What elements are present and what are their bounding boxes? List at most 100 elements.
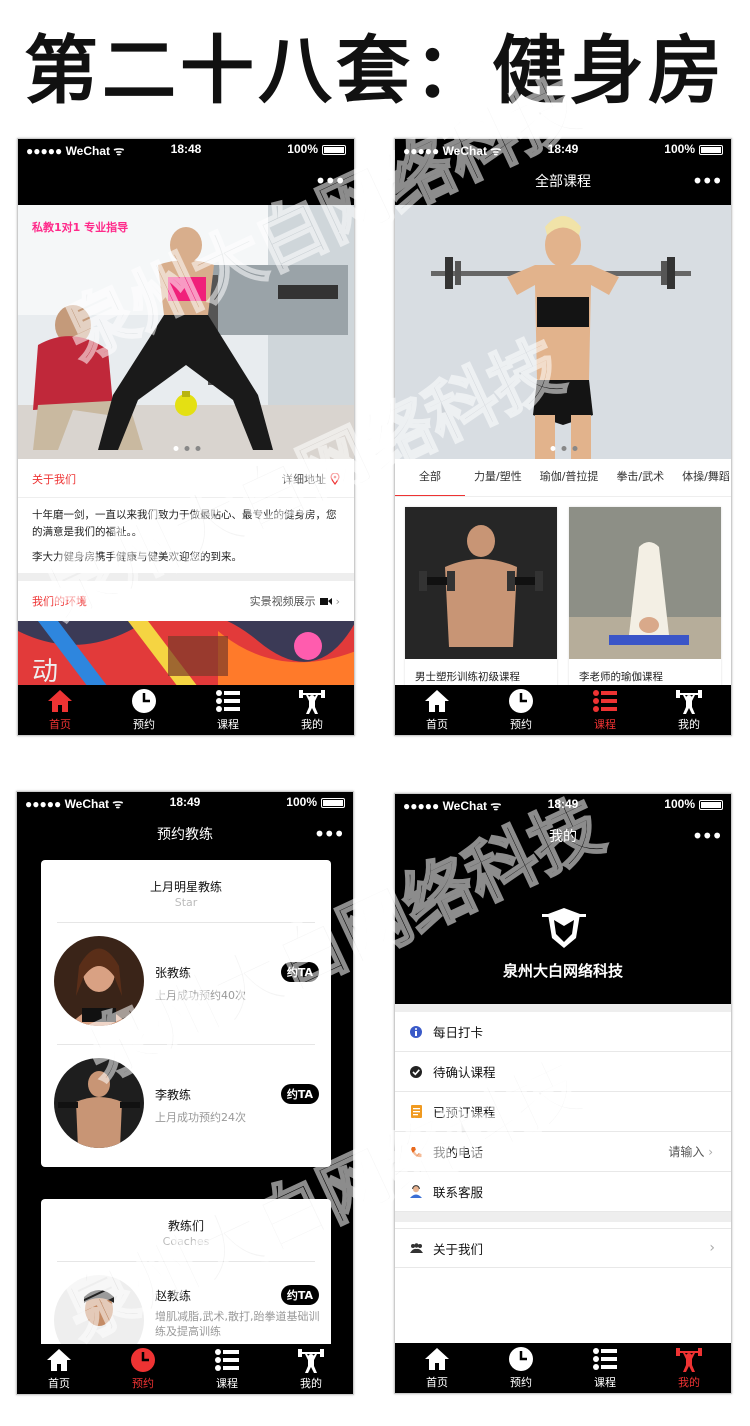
tab-label: 课程 (216, 1377, 238, 1390)
tab-label: 预约 (510, 1376, 532, 1389)
group-icon (409, 1241, 423, 1255)
course-card[interactable]: 李老师的瑜伽课程 (569, 507, 721, 687)
tab-mine[interactable]: 我的 (647, 685, 731, 735)
tab-mine[interactable]: 我的 (647, 1343, 731, 1393)
profile-header: 我的 ••• 泉州大白网络科技 (395, 816, 731, 1004)
home-icon (423, 687, 451, 715)
nav-bar: ••• (18, 161, 354, 205)
tab-booking[interactable]: 预约 (102, 685, 186, 735)
battery-percent: 100% (287, 142, 318, 156)
brand-name: 泉州大白网络科技 (502, 962, 623, 980)
about-text-1: 十年磨一剑，一直以来我们致力于做最贴心、最专业的健身房，您的满意是我们的福祉。。 (32, 509, 337, 538)
nav-title: 我的 (549, 829, 577, 845)
battery-percent: 100% (286, 795, 317, 809)
environment-header: 我们的环境 实景视频展示 › (18, 583, 354, 619)
tab-courses[interactable]: 课程 (563, 685, 647, 735)
course-image (405, 507, 557, 659)
weightlifter-icon (675, 1345, 703, 1373)
menu-label: 每日打卡 (433, 1025, 484, 1040)
panel-subtitle: Coaches (162, 1235, 210, 1248)
tab-booking[interactable]: 预约 (101, 1344, 185, 1394)
tab-label: 首页 (426, 1376, 448, 1389)
category-tab-all[interactable]: 全部 (395, 459, 465, 496)
category-tab-dance[interactable]: 体操/舞蹈 (673, 459, 731, 496)
avatar (54, 1058, 144, 1148)
category-tab-boxing[interactable]: 拳击/武术 (607, 459, 673, 496)
video-label: 实景视频展示 (249, 595, 316, 608)
tab-label: 首页 (49, 718, 71, 731)
menu-item-pending-courses[interactable]: 待确认课程 (395, 1052, 731, 1092)
tab-label: 预约 (133, 718, 155, 731)
status-bar: ●●●●● WeChat ᯤ 18:48 100% (18, 139, 354, 161)
book-coach-button[interactable]: 约TA (280, 1285, 319, 1305)
tab-label: 课程 (594, 1376, 616, 1389)
course-title: 李老师的瑜伽课程 (579, 671, 663, 683)
tab-label: 课程 (217, 718, 239, 731)
address-link[interactable]: 详细地址 (282, 471, 340, 487)
chevron-right-icon: › (708, 1145, 713, 1159)
tab-home[interactable]: 首页 (395, 685, 479, 735)
coach-row[interactable]: 李教练 上月成功预约24次 约TA (41, 1046, 331, 1166)
gym-trainer-photo (18, 205, 354, 459)
more-menu-icon[interactable]: ••• (315, 161, 346, 201)
menu-item-phone[interactable]: 我的电话 请输入 › (395, 1132, 731, 1172)
status-bar: ●●●●● WeChat ᯤ 18:49 100% (395, 139, 731, 161)
clock-icon (129, 1346, 157, 1374)
phone-placeholder: 请输入 (668, 1145, 705, 1159)
coach-name: 李教练 (155, 1088, 192, 1102)
tab-courses[interactable]: 课程 (563, 1343, 647, 1393)
more-menu-icon[interactable]: ••• (692, 161, 723, 201)
category-tab-strength[interactable]: 力量/塑性 (465, 459, 531, 496)
coach-description: 上月成功预约40次 (155, 989, 246, 1002)
tab-home[interactable]: 首页 (18, 685, 102, 735)
tab-home[interactable]: 首页 (395, 1343, 479, 1393)
category-tab-yoga[interactable]: 瑜伽/普拉提 (531, 459, 608, 496)
weightlifter-icon (297, 1346, 325, 1374)
video-link[interactable]: 实景视频展示 › (250, 593, 340, 609)
status-bar: ●●●●● WeChat ᯤ 18:49 100% (17, 792, 353, 814)
tab-booking[interactable]: 预约 (479, 1343, 563, 1393)
course-card[interactable]: 男士塑形训练初级课程 (405, 507, 557, 687)
more-menu-icon[interactable]: ••• (692, 816, 723, 856)
banner-carousel[interactable]: 私教1对1 专业指导 (18, 205, 354, 459)
divider (395, 1004, 731, 1012)
course-banner[interactable] (395, 205, 731, 459)
coach-row[interactable]: 张教练 上月成功预约40次 约TA (41, 924, 331, 1044)
menu-item-support[interactable]: 联系客服 (395, 1172, 731, 1212)
weightlifter-icon (298, 687, 326, 715)
tab-bar: 首页 预约 课程 我的 (18, 685, 354, 735)
location-pin-icon (330, 473, 340, 485)
tab-mine[interactable]: 我的 (269, 1344, 353, 1394)
booking-screen: ●●●●● WeChat ᯤ 18:49 100% 预约教练 ••• 上月明星教… (16, 791, 354, 1395)
menu-item-checkin[interactable]: 每日打卡 (395, 1012, 731, 1052)
tab-home[interactable]: 首页 (17, 1344, 101, 1394)
course-image (569, 507, 721, 659)
home-icon (423, 1345, 451, 1373)
environment-photo[interactable]: 动 (18, 621, 354, 687)
tab-booking[interactable]: 预约 (479, 685, 563, 735)
book-coach-button[interactable]: 约TA (280, 962, 319, 982)
phone-icon (409, 1145, 423, 1159)
star-coaches-panel: 上月明星教练 Star 张教练 上月成功预约40次 约TA 李教练 上月成功预约… (41, 860, 331, 1167)
tab-label: 首页 (48, 1377, 70, 1390)
book-coach-button[interactable]: 约TA (280, 1084, 319, 1104)
phone-value: 请输入 › (668, 1143, 713, 1160)
tab-label: 我的 (301, 718, 323, 731)
category-tabs: 全部 力量/塑性 瑜伽/普拉提 拳击/武术 体操/舞蹈 (395, 459, 731, 497)
home-screen: ●●●●● WeChat ᯤ 18:48 100% ••• 私教1对1 专业指导 (17, 138, 355, 736)
nav-title: 全部课程 (535, 174, 591, 190)
more-menu-icon[interactable]: ••• (314, 814, 345, 854)
menu-item-about[interactable]: 关于我们 › (395, 1228, 731, 1268)
clock-icon (507, 687, 535, 715)
tab-courses[interactable]: 课程 (186, 685, 270, 735)
tab-courses[interactable]: 课程 (185, 1344, 269, 1394)
tab-label: 我的 (300, 1377, 322, 1390)
menu-item-booked-courses[interactable]: 已预订课程 (395, 1092, 731, 1132)
tab-label: 预约 (132, 1377, 154, 1390)
tab-bar: 首页 预约 课程 我的 (17, 1344, 353, 1394)
tab-mine[interactable]: 我的 (270, 685, 354, 735)
carousel-dots (550, 446, 578, 451)
tab-bar: 首页 预约 课程 我的 (395, 685, 731, 735)
coach-description: 增肌减脂,武术,散打,跆拳道基础训练及提高训练 (155, 1310, 320, 1338)
menu-label: 已预订课程 (433, 1105, 496, 1120)
